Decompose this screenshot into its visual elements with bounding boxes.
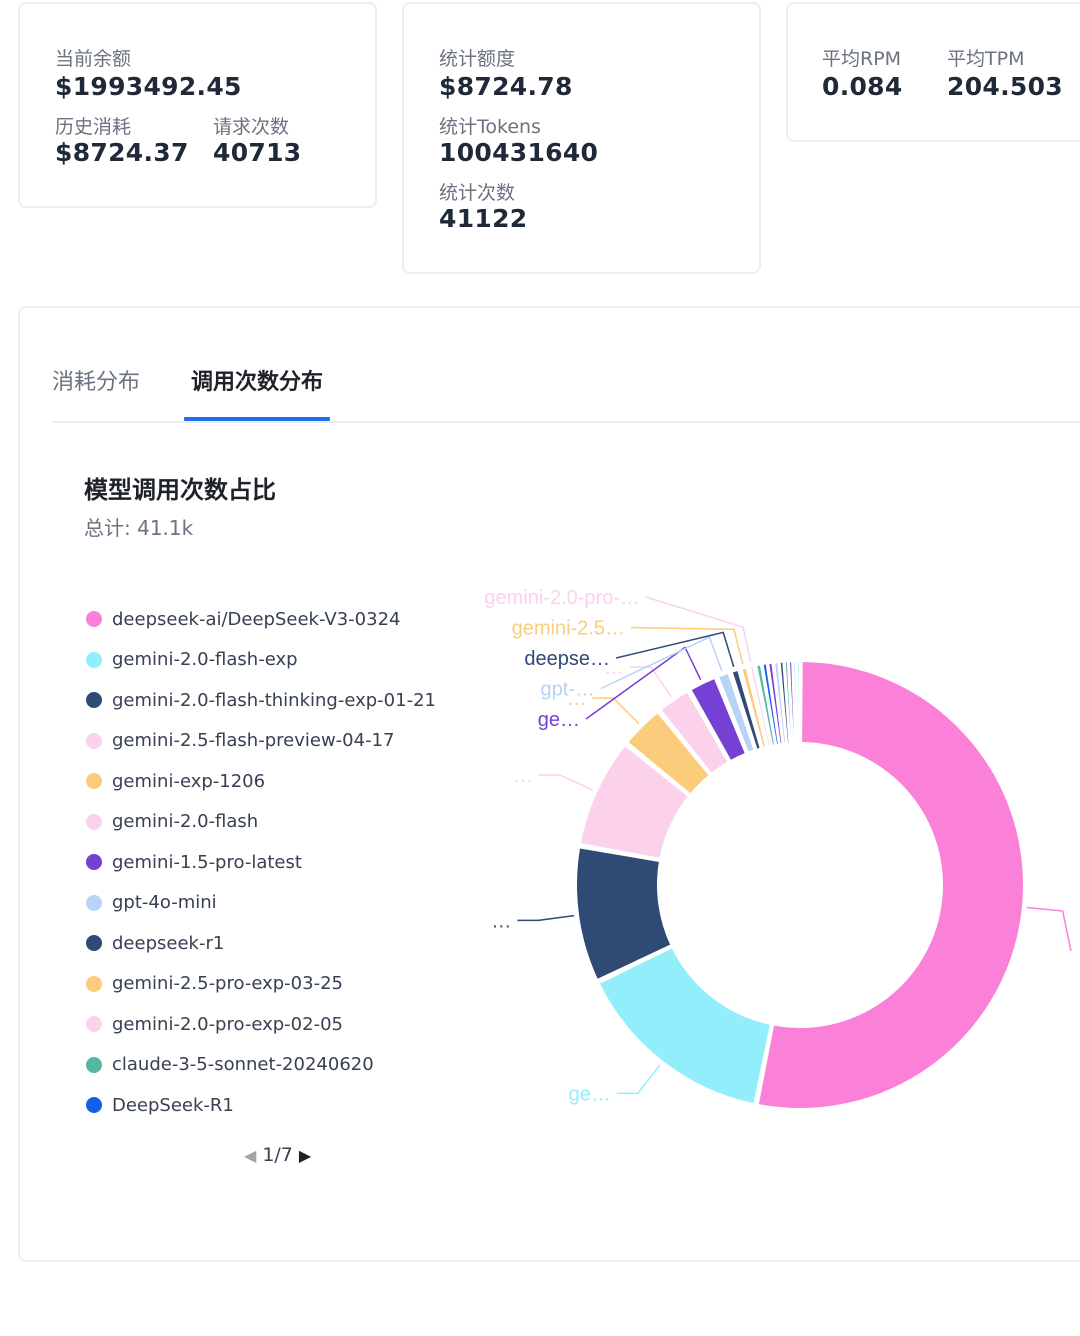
slice-label: gemini-2.5… bbox=[512, 618, 625, 640]
slice-label: gpt-… bbox=[541, 679, 595, 701]
slice-label: gemini-2.0-pro-… bbox=[484, 587, 640, 609]
slice-leader-line bbox=[616, 1064, 661, 1095]
slice-leader-line bbox=[1026, 906, 1072, 952]
slice-label: ge… bbox=[538, 709, 580, 731]
slice-leader-line bbox=[538, 774, 594, 791]
slice-label: … bbox=[513, 765, 533, 787]
slice-label: … bbox=[491, 910, 511, 932]
slice-leader-line bbox=[645, 596, 752, 663]
donut-slice[interactable] bbox=[597, 946, 773, 1106]
slice-leader-line bbox=[630, 626, 744, 665]
slice-leader-line bbox=[592, 697, 640, 725]
slice-leader-line bbox=[517, 914, 575, 922]
slice-leader-line bbox=[615, 631, 735, 668]
slice-label: deepse… bbox=[524, 648, 610, 670]
donut-chart: ge……………ge…gpt-…deepse…gemini-2.5…gemini-… bbox=[484, 587, 1072, 1110]
donut-slice[interactable] bbox=[795, 660, 801, 745]
slice-label: ge… bbox=[569, 1083, 611, 1105]
